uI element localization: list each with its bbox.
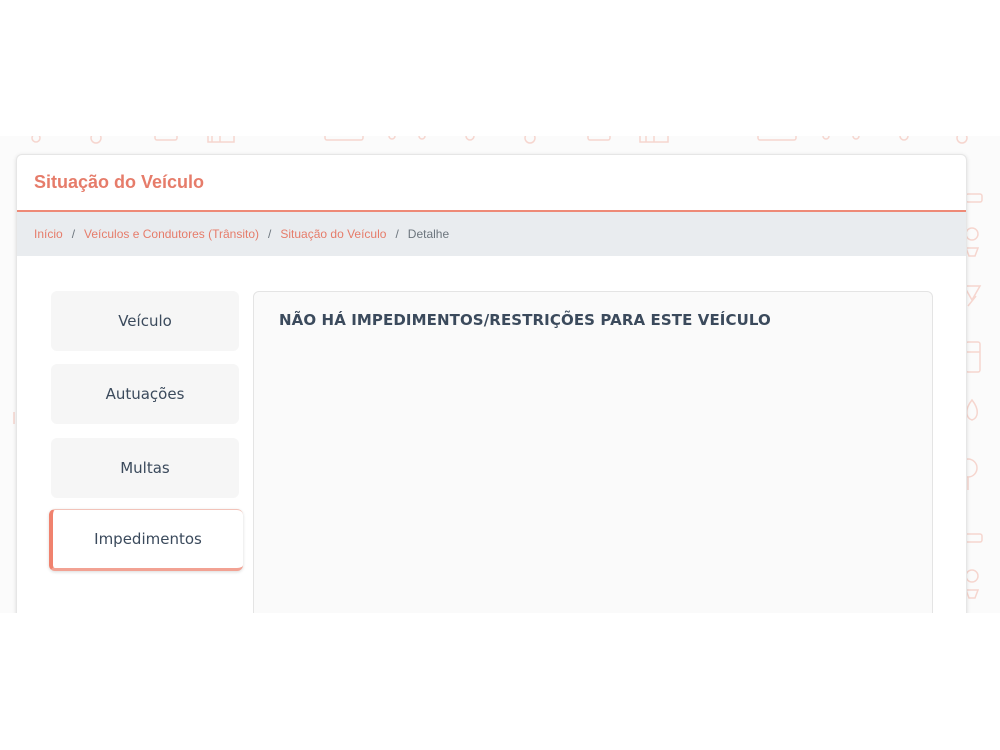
tab-impedimentos[interactable]: Impedimentos [49, 509, 243, 571]
breadcrumb: Início / Veículos e Condutores (Trânsito… [17, 212, 966, 256]
impedimentos-panel: NÃO HÁ IMPEDIMENTOS/RESTRIÇÕES PARA ESTE… [253, 291, 933, 613]
page-title: Situação do Veículo [34, 172, 205, 192]
vehicle-status-card: Situação do Veículo Início / Veículos e … [16, 154, 967, 613]
page-viewport: Situação do Veículo Início / Veículos e … [0, 136, 1000, 613]
breadcrumb-link-veiculos-condutores[interactable]: Veículos e Condutores (Trânsito) [84, 227, 259, 241]
no-restrictions-message: NÃO HÁ IMPEDIMENTOS/RESTRIÇÕES PARA ESTE… [279, 311, 771, 329]
card-header: Situação do Veículo [17, 155, 966, 212]
breadcrumb-current-detalhe: Detalhe [407, 227, 450, 241]
tab-autuacoes[interactable]: Autuações [51, 364, 239, 424]
tab-multas[interactable]: Multas [51, 438, 239, 498]
breadcrumb-separator: / [268, 227, 272, 241]
breadcrumb-link-situacao-veiculo[interactable]: Situação do Veículo [280, 227, 386, 241]
breadcrumb-link-inicio[interactable]: Início [34, 227, 63, 241]
breadcrumb-separator: / [395, 227, 399, 241]
detail-body: NÃO HÁ IMPEDIMENTOS/RESTRIÇÕES PARA ESTE… [17, 256, 966, 613]
breadcrumb-separator: / [71, 227, 76, 241]
tab-veiculo[interactable]: Veículo [51, 291, 239, 351]
